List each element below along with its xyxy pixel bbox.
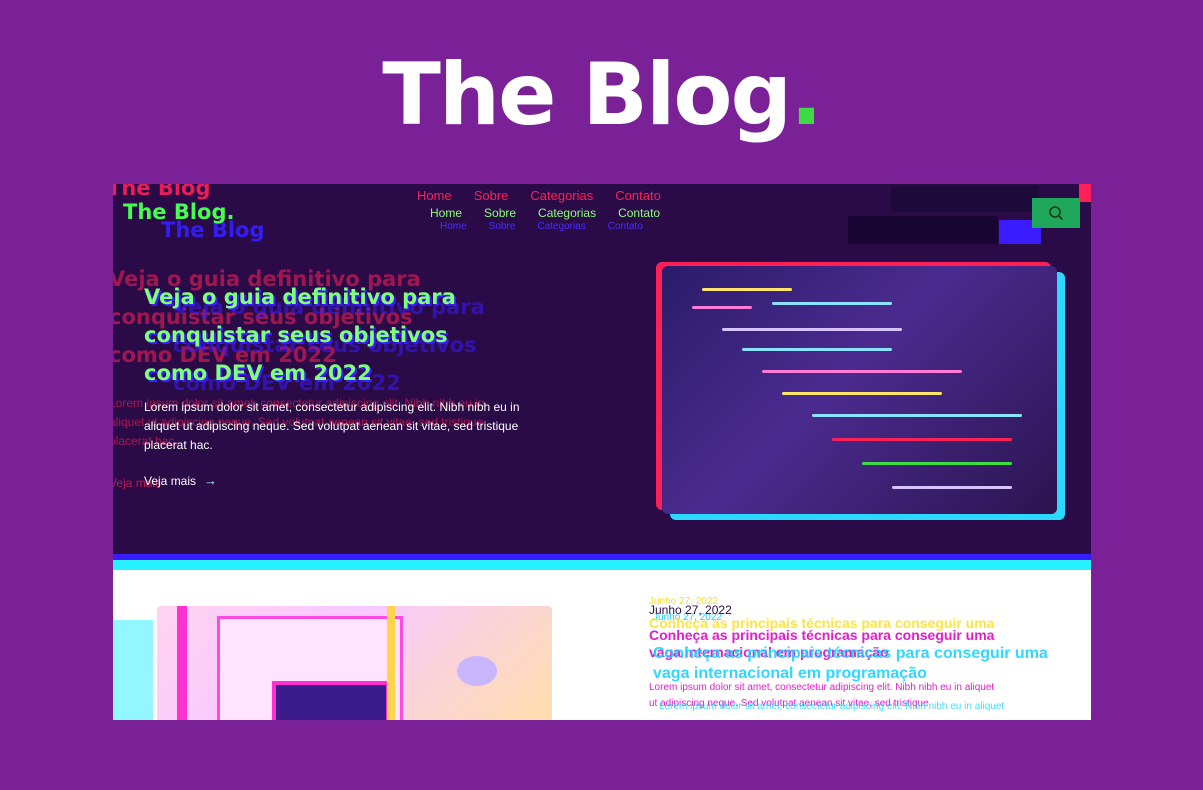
code-line bbox=[812, 414, 1022, 417]
hero-title: The Blog. bbox=[0, 48, 1203, 143]
site-hero-section: The Blog The Blog The Blog. Home Sobre C… bbox=[113, 184, 1091, 556]
nav-ghost-item: Contato bbox=[615, 188, 661, 203]
glitch-block bbox=[1079, 184, 1091, 202]
nav-ghost-item: Sobre bbox=[473, 188, 509, 203]
nav-ghost-item: Home bbox=[417, 188, 452, 203]
nav-ghost-item: Contato bbox=[607, 221, 643, 232]
code-line bbox=[832, 438, 1012, 441]
thumb-ghost-cyan bbox=[113, 620, 153, 720]
website-screenshot: The Blog The Blog The Blog. Home Sobre C… bbox=[113, 184, 1091, 720]
nav-item-sobre[interactable]: Sobre bbox=[484, 206, 516, 220]
glitch-block bbox=[848, 216, 998, 244]
title-ghost-cyan: Conheça as principais técnicas para cons… bbox=[653, 644, 1048, 684]
code-line bbox=[692, 306, 752, 309]
headline-line: conquistar seus objetivos bbox=[144, 323, 448, 347]
code-line bbox=[742, 348, 892, 351]
code-line bbox=[862, 462, 1012, 465]
nav-item-contato[interactable]: Contato bbox=[618, 206, 660, 220]
featured-code-image bbox=[662, 266, 1057, 514]
nav-ghost-item: Sobre bbox=[488, 221, 516, 232]
glitch-band-cyan bbox=[113, 560, 1091, 570]
headline-line: como DEV em 2022 bbox=[144, 361, 372, 385]
thumb-shape bbox=[387, 606, 395, 720]
nav-ghost-blue: Home Sobre Categorias Contato bbox=[440, 221, 665, 232]
nav-item-home[interactable]: Home bbox=[430, 206, 462, 220]
code-line bbox=[782, 392, 942, 395]
lead-line: placerat hac. bbox=[144, 438, 213, 452]
read-more-label: Veja mais bbox=[144, 474, 197, 488]
title-line: Conheça as principais técnicas para cons… bbox=[653, 645, 1048, 662]
article-thumbnail[interactable] bbox=[157, 606, 552, 720]
code-line bbox=[772, 302, 892, 305]
arrow-right-icon: → bbox=[204, 473, 218, 488]
thumb-shape bbox=[272, 681, 390, 720]
main-nav: Home Sobre Categorias Contato bbox=[430, 206, 682, 220]
title-line: Conheça as principais técnicas para cons… bbox=[649, 627, 995, 643]
hero-title-text: The Blog bbox=[382, 45, 792, 145]
site-logo[interactable]: The Blog. bbox=[123, 200, 234, 224]
lead-line: aliquet ut adipiscing neque. Sed volutpa… bbox=[144, 419, 519, 433]
code-line bbox=[722, 328, 902, 331]
lead-line: Lorem ipsum dolor sit amet, consectetur … bbox=[649, 682, 995, 693]
featured-lead: Lorem ipsum dolor sit amet, consectetur … bbox=[144, 398, 549, 455]
code-line bbox=[892, 486, 1012, 489]
hero-title-dot: . bbox=[790, 45, 823, 145]
nav-ghost-item: Categorias bbox=[530, 188, 594, 203]
read-more-link[interactable]: Veja mais → bbox=[144, 473, 217, 488]
code-line bbox=[762, 370, 962, 373]
thumb-shape bbox=[457, 656, 497, 686]
nav-ghost-item: Categorias bbox=[537, 221, 586, 232]
nav-ghost-red: Home Sobre Categorias Contato bbox=[417, 188, 683, 203]
glitch-block bbox=[891, 186, 1039, 212]
lead-ghost-cyan: Lorem ipsum dolor sit amet, consectetur … bbox=[659, 699, 1004, 715]
search-icon bbox=[1049, 206, 1064, 221]
headline-line: Veja o guia definitivo para bbox=[144, 285, 456, 309]
nav-ghost-item: Home bbox=[440, 221, 467, 232]
thumb-shape bbox=[177, 606, 187, 720]
lead-line: Lorem ipsum dolor sit amet, consectetur … bbox=[659, 701, 1005, 712]
lead-line: Lorem ipsum dolor sit amet, consectetur … bbox=[144, 400, 520, 414]
nav-item-categorias[interactable]: Categorias bbox=[538, 206, 596, 220]
code-line bbox=[702, 288, 792, 291]
featured-headline: Veja o guia definitivo para conquistar s… bbox=[144, 278, 524, 392]
logo-ghost-red: The Blog bbox=[113, 184, 211, 200]
search-button[interactable] bbox=[1032, 198, 1080, 228]
